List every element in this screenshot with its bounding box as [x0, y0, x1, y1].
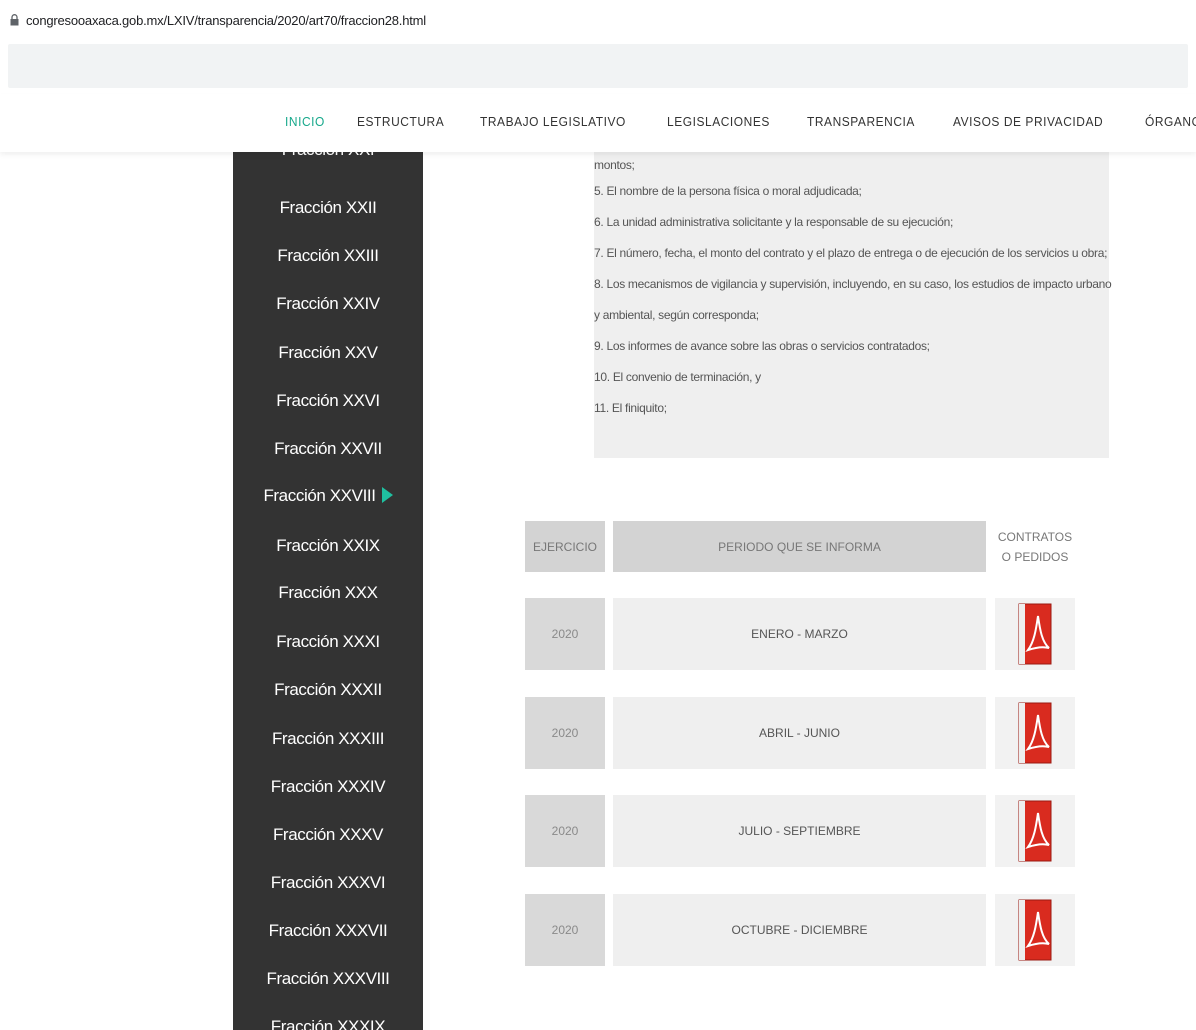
description-line: 11. El finiquito; — [594, 401, 667, 415]
nav-item-trabajo-legislativo[interactable]: TRABAJO LEGISLATIVO — [480, 114, 626, 129]
description-line: 9. Los informes de avance sobre las obra… — [594, 339, 930, 353]
nav-item-avisos-de-privacidad[interactable]: AVISOS DE PRIVACIDAD — [953, 114, 1103, 129]
description-line: 7. El número, fecha, el monto del contra… — [594, 246, 1108, 260]
browser-toolbar — [8, 44, 1188, 88]
fraccion-description: montos; 5. El nombre de la persona físic… — [594, 150, 1112, 458]
pdf-icon — [1018, 800, 1052, 862]
row-year: 2020 — [525, 598, 605, 670]
main-nav: INICIO ESTRUCTURA TRABAJO LEGISLATIVO LE… — [0, 94, 1196, 152]
header-periodo: PERIODO QUE SE INFORMA — [613, 521, 986, 572]
pdf-download-button[interactable] — [995, 795, 1075, 867]
fraccion-sidebar: Fracción XXI Fracción XXII Fracción XXII… — [233, 150, 423, 1030]
row-period: JULIO - SEPTIEMBRE — [613, 795, 986, 867]
nav-item-legislaciones[interactable]: LEGISLACIONES — [667, 114, 770, 129]
pdf-download-button[interactable] — [995, 697, 1075, 769]
sidebar-item-xxxiii[interactable]: Fracción XXXIII — [233, 715, 423, 763]
url-text[interactable]: congresooaxaca.gob.mx/LXIV/transparencia… — [26, 13, 426, 28]
sidebar-item-xxxviii[interactable]: Fracción XXXVIII — [233, 955, 423, 1003]
pdf-icon — [1018, 702, 1052, 764]
sidebar-item-xxxvii[interactable]: Fracción XXXVII — [233, 907, 423, 955]
sidebar-item-xxxix[interactable]: Fracción XXXIX — [233, 1003, 423, 1030]
nav-item-transparencia[interactable]: TRANSPARENCIA — [807, 114, 915, 129]
description-line: montos; — [594, 158, 635, 172]
sidebar-item-xxvi[interactable]: Fracción XXVI — [233, 377, 423, 425]
sidebar-item-xxix[interactable]: Fracción XXIX — [233, 522, 423, 570]
sidebar-item-xxx[interactable]: Fracción XXX — [233, 569, 423, 617]
description-line: 10. El convenio de terminación, y — [594, 370, 761, 384]
row-period: ABRIL - JUNIO — [613, 697, 986, 769]
row-period: OCTUBRE - DICIEMBRE — [613, 894, 986, 966]
row-period: ENERO - MARZO — [613, 598, 986, 670]
lock-icon — [10, 14, 19, 26]
description-line: 5. El nombre de la persona física o mora… — [594, 184, 862, 198]
sidebar-item-xxxi[interactable]: Fracción XXXI — [233, 618, 423, 666]
sidebar-item-xxiv[interactable]: Fracción XXIV — [233, 280, 423, 328]
sidebar-item-xxiii[interactable]: Fracción XXIII — [233, 232, 423, 280]
description-line: y ambiental, según corresponda; — [594, 308, 759, 322]
description-line: 6. La unidad administrativa solicitante … — [594, 215, 953, 229]
row-year: 2020 — [525, 697, 605, 769]
nav-item-organo-interno[interactable]: ÓRGANO INTERNO DE CONT — [1145, 114, 1196, 129]
row-year: 2020 — [525, 795, 605, 867]
sidebar-item-xxi[interactable]: Fracción XXI — [233, 150, 423, 174]
address-bar[interactable]: congresooaxaca.gob.mx/LXIV/transparencia… — [0, 0, 1196, 44]
sidebar-item-xxxvi[interactable]: Fracción XXXVI — [233, 859, 423, 907]
sidebar-item-xxii[interactable]: Fracción XXII — [233, 184, 423, 232]
active-arrow-icon — [381, 487, 393, 504]
sidebar-item-xxxiv[interactable]: Fracción XXXIV — [233, 763, 423, 811]
pdf-download-button[interactable] — [995, 894, 1075, 966]
sidebar-item-xxxii[interactable]: Fracción XXXII — [233, 666, 423, 714]
nav-item-inicio[interactable]: INICIO — [285, 114, 325, 129]
sidebar-item-xxxv[interactable]: Fracción XXXV — [233, 811, 423, 859]
pdf-icon — [1018, 603, 1052, 665]
nav-item-estructura[interactable]: ESTRUCTURA — [357, 114, 444, 129]
pdf-download-button[interactable] — [995, 598, 1075, 670]
description-line: 8. Los mecanismos de vigilancia y superv… — [594, 277, 1112, 291]
sidebar-item-xxvii[interactable]: Fracción XXVII — [233, 425, 423, 473]
sidebar-item-xxviii[interactable]: Fracción XXVIII — [233, 472, 423, 520]
row-year: 2020 — [525, 894, 605, 966]
sidebar-item-xxv[interactable]: Fracción XXV — [233, 329, 423, 377]
pdf-icon — [1018, 899, 1052, 961]
header-ejercicio: EJERCICIO — [525, 521, 605, 572]
header-contratos: CONTRATOS O PEDIDOS — [995, 521, 1075, 572]
